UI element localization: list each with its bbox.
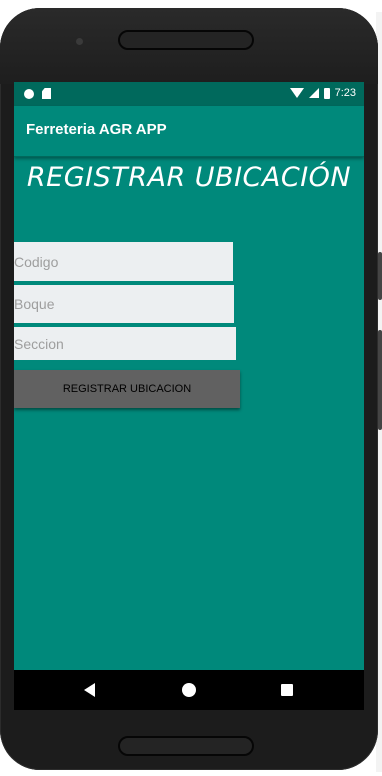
seccion-field[interactable] (14, 327, 236, 360)
page-heading: REGISTRAR UBICACIÓN (26, 162, 352, 193)
top-bezel (0, 8, 378, 84)
sd-card-icon (42, 88, 51, 99)
battery-icon (323, 87, 330, 99)
power-button (378, 252, 382, 300)
notification-dot-icon (24, 88, 34, 99)
app-bar: Ferreteria AGR APP (14, 106, 364, 157)
bloque-field[interactable] (14, 285, 234, 323)
front-camera (76, 38, 83, 45)
home-icon[interactable] (182, 683, 196, 697)
signal-icon (308, 88, 319, 98)
back-icon[interactable] (84, 683, 95, 697)
app-screen: 7:23 Ferreteria AGR APP REGISTRAR UBICAC… (14, 82, 364, 710)
phone-frame: 7:23 Ferreteria AGR APP REGISTRAR UBICAC… (0, 8, 378, 770)
seccion-input[interactable] (14, 327, 236, 360)
navigation-bar (14, 670, 364, 710)
status-bar: 7:23 (14, 82, 364, 106)
status-left (24, 88, 51, 99)
recents-icon[interactable] (281, 684, 293, 696)
codigo-input[interactable] (14, 242, 233, 281)
status-right: 7:23 (289, 87, 356, 99)
wifi-icon (289, 88, 304, 98)
register-location-button[interactable]: REGISTRAR UBICACION (14, 370, 240, 408)
earpiece-speaker (118, 30, 254, 50)
codigo-field[interactable] (14, 242, 233, 281)
volume-rocker (378, 330, 382, 430)
app-title: Ferreteria AGR APP (26, 121, 167, 138)
status-time: 7:23 (334, 87, 356, 99)
bloque-input[interactable] (14, 285, 234, 323)
bottom-speaker (118, 736, 254, 756)
